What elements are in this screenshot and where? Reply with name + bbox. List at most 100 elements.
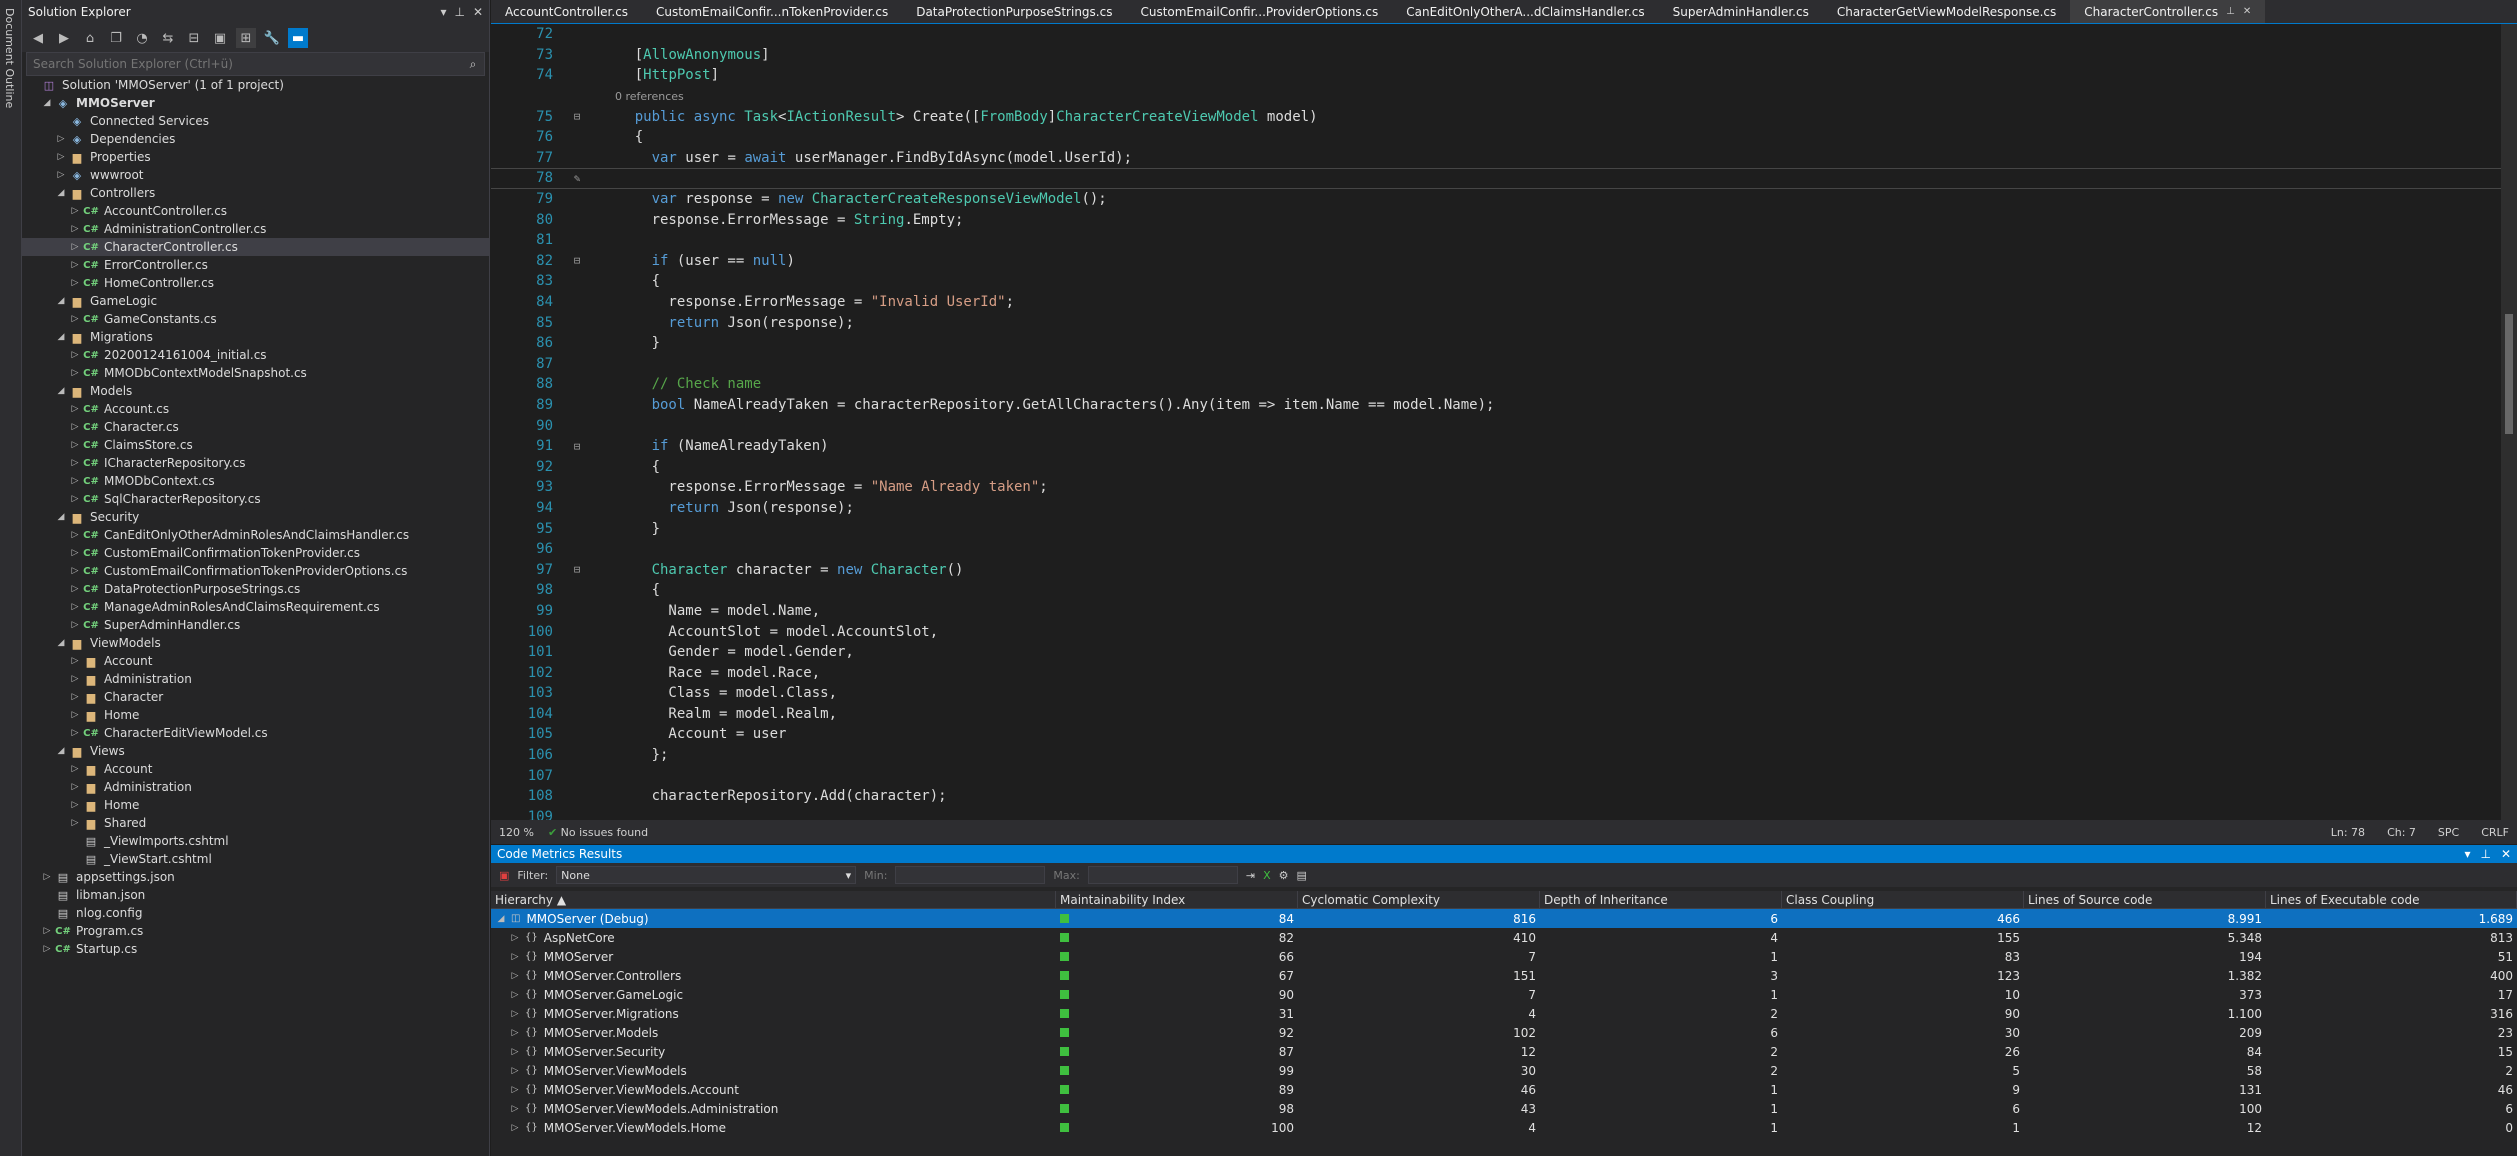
collapse-region-icon[interactable]: ⊟ <box>563 254 591 267</box>
tree-item[interactable]: ◢ ▆ Models <box>22 382 490 400</box>
collapsed-chevron-icon[interactable]: ▷ <box>68 710 82 720</box>
collapsed-chevron-icon[interactable]: ▷ <box>509 990 521 1000</box>
document-outline-tab[interactable]: Document Outline <box>0 0 22 1156</box>
tree-item[interactable]: ▷ C# MMODbContextModelSnapshot.cs <box>22 364 490 382</box>
expand-icon[interactable]: ⇥ <box>1246 869 1255 882</box>
expanded-chevron-icon[interactable]: ◢ <box>54 638 68 648</box>
code-line[interactable]: 79 var response = new CharacterCreateRes… <box>491 189 2501 210</box>
metrics-row[interactable]: ◢ ◫ MMOServer (Debug) 84 816 6 466 8.991 1.689 <box>491 909 2517 928</box>
code-line[interactable]: 81 <box>491 230 2501 251</box>
collapsed-chevron-icon[interactable]: ▷ <box>40 926 54 936</box>
close-icon[interactable]: ✕ <box>2243 6 2251 17</box>
search-input[interactable] <box>27 57 462 71</box>
metrics-row[interactable]: ▷ {} MMOServer.ViewModels.Home 100 4 1 1 12 0 <box>491 1118 2517 1137</box>
code-line[interactable]: 89 bool NameAlreadyTaken = characterRepo… <box>491 395 2501 416</box>
collapsed-chevron-icon[interactable]: ▷ <box>68 728 82 738</box>
document-tab[interactable]: CustomEmailConfir...ProviderOptions.cs <box>1126 0 1392 23</box>
excel-icon[interactable]: X <box>1263 869 1271 882</box>
code-line[interactable]: 86 } <box>491 333 2501 354</box>
tree-item[interactable]: ▷ C# CharacterController.cs <box>22 238 490 256</box>
collapsed-chevron-icon[interactable]: ▷ <box>509 1009 521 1019</box>
tree-item[interactable]: ▷ C# MMODbContext.cs <box>22 472 490 490</box>
metrics-row[interactable]: ▷ {} MMOServer.Controllers 67 151 3 123 1.382 40… <box>491 966 2517 985</box>
pin-icon[interactable]: ⊥ <box>2480 847 2490 861</box>
collapsed-chevron-icon[interactable]: ▷ <box>68 422 82 432</box>
expanded-chevron-icon[interactable]: ◢ <box>495 914 507 924</box>
collapsed-chevron-icon[interactable]: ▷ <box>54 170 68 180</box>
column-header[interactable]: Hierarchy ▲ <box>491 891 1056 908</box>
tree-item[interactable]: ▷ C# CanEditOnlyOtherAdminRolesAndClaimsHa… <box>22 526 490 544</box>
collapsed-chevron-icon[interactable]: ▷ <box>68 566 82 576</box>
collapsed-chevron-icon[interactable]: ▷ <box>68 548 82 558</box>
collapsed-chevron-icon[interactable]: ▷ <box>68 278 82 288</box>
code-line[interactable]: 90 <box>491 415 2501 436</box>
code-line[interactable]: 98 { <box>491 580 2501 601</box>
metrics-row[interactable]: ▷ {} MMOServer 66 7 1 83 194 51 <box>491 947 2517 966</box>
tree-item[interactable]: ◢ ▆ Views <box>22 742 490 760</box>
sync-icon[interactable]: ⇆ <box>158 28 178 48</box>
code-line[interactable]: 75 ⊟ public async Task<IActionResult> Cre… <box>491 106 2501 127</box>
tree-item[interactable]: ▷ C# SuperAdminHandler.cs <box>22 616 490 634</box>
filter-select[interactable]: None ▾ <box>556 866 857 884</box>
column-header[interactable]: Lines of Executable code <box>2266 891 2517 908</box>
code-line[interactable]: 99 Name = model.Name, <box>491 601 2501 622</box>
code-area[interactable]: 72 73 [AllowAnonymous] 74 [HttpPost] 0 ref… <box>491 24 2501 820</box>
zoom-level[interactable]: 120 % <box>499 826 534 839</box>
tree-item[interactable]: ▷ C# Program.cs <box>22 922 490 940</box>
column-header[interactable]: Class Coupling <box>1782 891 2024 908</box>
document-tab[interactable]: CharacterGetViewModelResponse.cs <box>1823 0 2070 23</box>
tree-item[interactable]: ◢ ▆ Security <box>22 508 490 526</box>
tree-item[interactable]: ▷ ▤ appsettings.json <box>22 868 490 886</box>
document-tab[interactable]: CanEditOnlyOtherA...dClaimsHandler.cs <box>1392 0 1658 23</box>
tree-item[interactable]: ▷ C# HomeController.cs <box>22 274 490 292</box>
document-tab[interactable]: AccountController.cs <box>491 0 642 23</box>
collapsed-chevron-icon[interactable]: ▷ <box>68 674 82 684</box>
columns-icon[interactable]: ▤ <box>1297 869 1307 882</box>
collapsed-chevron-icon[interactable]: ▷ <box>68 764 82 774</box>
tree-item[interactable]: ▷ C# ICharacterRepository.cs <box>22 454 490 472</box>
collapsed-chevron-icon[interactable]: ▷ <box>68 782 82 792</box>
expanded-chevron-icon[interactable]: ◢ <box>54 332 68 342</box>
tree-item[interactable]: ▷ C# CharacterEditViewModel.cs <box>22 724 490 742</box>
metrics-row[interactable]: ▷ {} MMOServer.Models 92 102 6 30 209 23 <box>491 1023 2517 1042</box>
code-line[interactable]: 77 var user = await userManager.FindById… <box>491 148 2501 169</box>
tree-item[interactable]: ◢ ▆ GameLogic <box>22 292 490 310</box>
metrics-row[interactable]: ▷ {} MMOServer.ViewModels.Account 89 46 1 9 131… <box>491 1080 2517 1099</box>
code-line[interactable]: 85 return Json(response); <box>491 312 2501 333</box>
code-line[interactable]: 97 ⊟ Character character = new Character(… <box>491 559 2501 580</box>
line-ending-mode[interactable]: CRLF <box>2481 826 2509 839</box>
collapsed-chevron-icon[interactable]: ▷ <box>68 242 82 252</box>
collapsed-chevron-icon[interactable]: ▷ <box>68 350 82 360</box>
collapse-region-icon[interactable]: ⊟ <box>563 110 591 123</box>
tree-item[interactable]: ▷ ▆ Shared <box>22 814 490 832</box>
collapsed-chevron-icon[interactable]: ▷ <box>68 476 82 486</box>
tree-item[interactable]: ▷ C# AccountController.cs <box>22 202 490 220</box>
code-line[interactable]: 108 characterRepository.Add(character); <box>491 786 2501 807</box>
tree-item[interactable]: ▷ ▆ Administration <box>22 778 490 796</box>
expanded-chevron-icon[interactable]: ◢ <box>54 188 68 198</box>
collapsed-chevron-icon[interactable]: ▷ <box>68 584 82 594</box>
tree-item[interactable]: ▷ C# ClaimsStore.cs <box>22 436 490 454</box>
code-line[interactable]: 78 ✎ <box>491 168 2501 189</box>
collapsed-chevron-icon[interactable]: ▷ <box>68 206 82 216</box>
preview-selected-icon[interactable]: ▬ <box>288 28 308 48</box>
tree-item[interactable]: ▷ C# 20200124161004_initial.cs <box>22 346 490 364</box>
view-options-icon[interactable]: ⊞ <box>236 28 256 48</box>
document-tab[interactable]: SuperAdminHandler.cs <box>1659 0 1823 23</box>
collapsed-chevron-icon[interactable]: ▷ <box>509 1104 521 1114</box>
tree-item[interactable]: ◫ Solution 'MMOServer' (1 of 1 project) <box>22 76 490 94</box>
tree-item[interactable]: ▷ C# AdministrationController.cs <box>22 220 490 238</box>
code-line[interactable]: 74 [HttpPost] <box>491 65 2501 86</box>
min-field[interactable] <box>895 866 1046 884</box>
metrics-row[interactable]: ▷ {} MMOServer.Security 87 12 2 26 84 15 <box>491 1042 2517 1061</box>
code-line[interactable]: 95 } <box>491 518 2501 539</box>
collapsed-chevron-icon[interactable]: ▷ <box>509 971 521 981</box>
properties-icon[interactable]: 🔧 <box>262 28 282 48</box>
collapse-region-icon[interactable]: ⊟ <box>563 440 591 453</box>
collapsed-chevron-icon[interactable]: ▷ <box>509 1066 521 1076</box>
collapse-region-icon[interactable]: ⊟ <box>563 563 591 576</box>
document-tab[interactable]: CustomEmailConfir...nTokenProvider.cs <box>642 0 902 23</box>
collapsed-chevron-icon[interactable]: ▷ <box>509 952 521 962</box>
collapsed-chevron-icon[interactable]: ▷ <box>68 800 82 810</box>
tree-item[interactable]: ▷ C# Character.cs <box>22 418 490 436</box>
